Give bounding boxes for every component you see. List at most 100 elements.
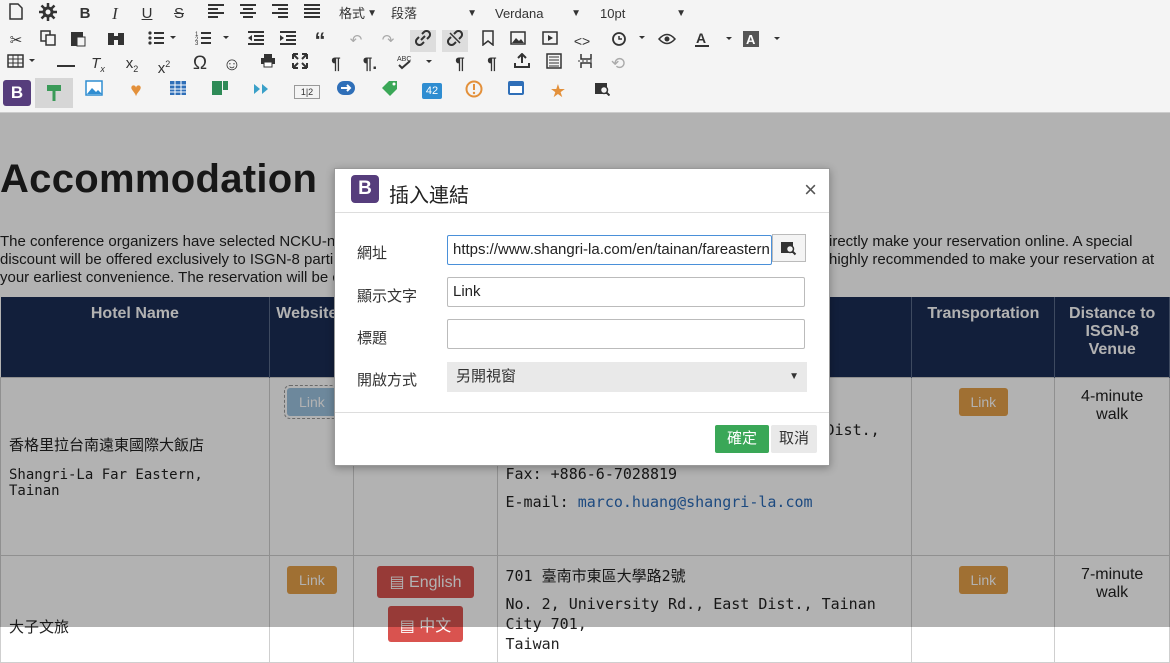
text-color-icon[interactable]: A <box>694 30 734 52</box>
bold-icon[interactable]: B <box>76 3 94 25</box>
font-size-select-label: 10pt <box>600 6 626 21</box>
dialog-title: 插入連結 <box>389 185 469 207</box>
spellcheck-icon[interactable]: ABC <box>396 53 436 75</box>
upload-icon[interactable] <box>512 52 532 75</box>
underline-icon[interactable]: U <box>138 3 156 25</box>
align-justify-icon[interactable] <box>302 3 322 25</box>
tag-label-icon[interactable] <box>380 80 400 102</box>
settings-gear-icon[interactable] <box>38 3 58 25</box>
unlink-icon[interactable] <box>442 29 468 52</box>
insert-image-icon[interactable] <box>508 30 528 52</box>
carousel-arrows-icon[interactable] <box>252 80 272 102</box>
chevron-down-icon: ▼ <box>676 8 686 19</box>
target-select-value: 另開視窗 <box>456 368 517 385</box>
alert-exclamation-icon[interactable] <box>464 80 484 102</box>
template-icon[interactable] <box>544 53 564 75</box>
blockquote-icon[interactable]: “ <box>310 30 330 52</box>
image-gallery-icon[interactable] <box>84 80 104 102</box>
redo-icon[interactable]: ↷ <box>378 30 398 52</box>
italic-icon[interactable]: I <box>106 3 124 25</box>
page-break-icon[interactable] <box>576 53 596 75</box>
browse-server-icon[interactable] <box>592 80 612 102</box>
indent-icon[interactable] <box>278 30 298 52</box>
subscript-icon[interactable]: x2 <box>122 53 142 75</box>
history-restore-icon[interactable]: ⟲ <box>608 53 628 75</box>
format-select-label: 格式 <box>339 6 366 21</box>
browse-server-button[interactable] <box>772 234 806 262</box>
find-binoculars-icon[interactable] <box>106 30 126 52</box>
title-label: 標題 <box>357 330 388 347</box>
paint-roller-icon[interactable] <box>35 78 73 108</box>
insert-link-dialog: B 插入連結 × 網址 https://www.shangri-la.com/e… <box>334 168 830 466</box>
undo-icon[interactable]: ↶ <box>346 30 366 52</box>
layout-columns-icon[interactable] <box>210 80 230 102</box>
paste-icon[interactable] <box>68 30 88 52</box>
insert-link-icon[interactable] <box>410 29 436 52</box>
outdent-icon[interactable] <box>246 30 266 52</box>
display-text-input[interactable]: Link <box>447 277 805 307</box>
align-right-icon[interactable] <box>270 3 290 25</box>
bullet-list-icon[interactable] <box>146 30 178 52</box>
strikethrough-icon[interactable]: S <box>170 3 188 25</box>
source-code-icon[interactable]: <> <box>572 30 592 52</box>
heart-icon[interactable]: ♥ <box>126 80 146 102</box>
copy-icon[interactable] <box>38 30 58 52</box>
svg-text:A: A <box>746 32 756 47</box>
cut-icon[interactable]: ✂ <box>6 30 26 52</box>
show-blocks-icon[interactable]: ¶ <box>450 53 470 75</box>
align-left-icon[interactable] <box>206 3 226 25</box>
ltr-direction-icon[interactable]: ¶ <box>326 53 346 75</box>
insert-media-icon[interactable] <box>540 30 560 52</box>
star-icon[interactable]: ★ <box>548 80 568 102</box>
ok-button[interactable]: 確定 <box>715 425 769 453</box>
new-document-icon[interactable] <box>6 3 26 25</box>
title-input[interactable] <box>447 319 805 349</box>
bookmark-icon[interactable] <box>478 30 498 52</box>
rtl-direction-icon[interactable]: ¶. <box>358 53 382 75</box>
chevron-down-icon: ▼ <box>789 371 799 382</box>
panel-icon[interactable] <box>506 80 526 102</box>
dialog-header-divider <box>335 212 829 213</box>
table-icon[interactable] <box>6 53 38 75</box>
paragraph-mark-icon[interactable]: ¶ <box>482 53 502 75</box>
address-en-2: Taiwan <box>505 635 560 653</box>
toolbar-row-3: Tx x2 x2 Ω ☺ ¶ ¶. ABC ¶ ¶ ⟲ <box>0 52 1170 77</box>
superscript-icon[interactable]: x2 <box>154 53 174 77</box>
font-size-select[interactable]: 10pt ▼ <box>600 3 688 25</box>
align-center-icon[interactable] <box>238 3 258 25</box>
svg-text:3: 3 <box>195 41 199 45</box>
bootstrap-logo-icon: B <box>351 175 379 203</box>
bootstrap-logo-icon[interactable]: B <box>3 80 31 106</box>
chevron-down-icon: ▼ <box>367 8 377 19</box>
emoticon-smiley-icon[interactable]: ☺ <box>222 53 242 75</box>
chevron-down-icon: ▼ <box>571 8 581 19</box>
pagination-icon[interactable]: 1|2 <box>294 85 320 99</box>
font-select[interactable]: Verdana ▼ <box>495 3 583 25</box>
toolbar-row-1: B I U S 格式 ▼ 段落 ▼ Verdana ▼ 10pt ▼ <box>0 3 1170 27</box>
target-select[interactable]: 另開視窗 ▼ <box>447 362 807 392</box>
arrow-right-circle-icon[interactable] <box>336 80 356 102</box>
editor-toolbar: B I U S 格式 ▼ 段落 ▼ Verdana ▼ 10pt ▼ ✂ 1 2… <box>0 0 1170 113</box>
toolbar-row-2: ✂ 123 “ ↶ ↷ <> A A <box>0 30 1170 54</box>
special-character-omega-icon[interactable]: Ω <box>190 53 210 75</box>
paragraph-select[interactable]: 段落 ▼ <box>391 3 479 25</box>
target-label: 開啟方式 <box>357 372 418 389</box>
clear-formatting-icon[interactable]: Tx <box>88 53 108 75</box>
background-color-icon[interactable]: A <box>742 30 782 52</box>
display-text-label: 顯示文字 <box>357 288 418 305</box>
numbered-list-icon[interactable]: 123 <box>194 30 230 52</box>
badge-icon[interactable]: 42 <box>422 83 442 99</box>
paragraph-select-label: 段落 <box>391 6 418 21</box>
dialog-footer-divider <box>335 412 829 413</box>
close-icon[interactable]: × <box>804 177 817 203</box>
horizontal-rule-icon[interactable] <box>56 53 76 75</box>
format-select[interactable]: 格式 ▼ <box>339 3 379 25</box>
grid-table-icon[interactable] <box>168 80 188 102</box>
cancel-button[interactable]: 取消 <box>771 425 817 453</box>
print-icon[interactable] <box>258 53 278 75</box>
toolbar-row-4: B ♥ 1|2 42 ★ <box>0 78 1170 108</box>
fullscreen-icon[interactable] <box>290 53 310 75</box>
url-input[interactable]: https://www.shangri-la.com/en/tainan/far… <box>447 235 772 265</box>
alarm-clock-icon[interactable] <box>610 30 646 52</box>
preview-eye-icon[interactable] <box>656 30 678 52</box>
